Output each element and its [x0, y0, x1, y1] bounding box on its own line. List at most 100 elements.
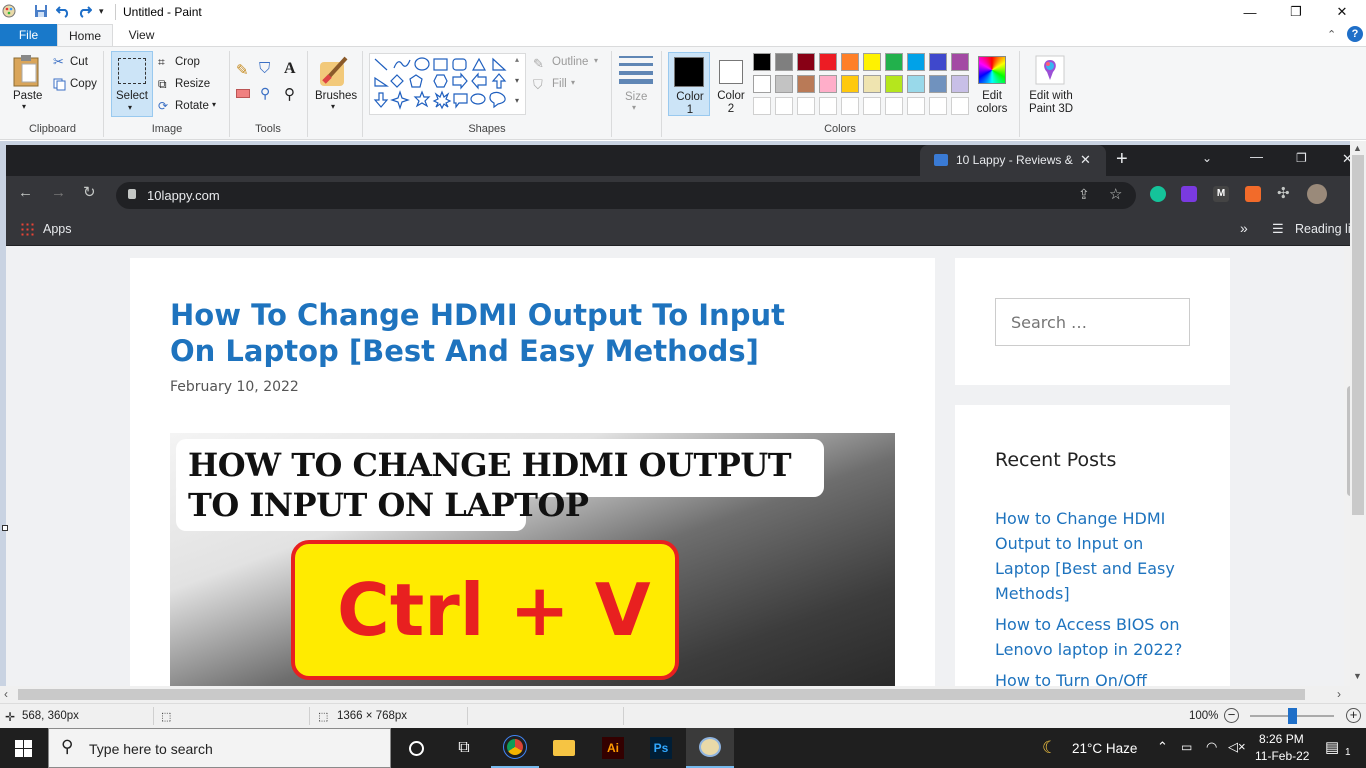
fill-button[interactable]: Fill [552, 78, 567, 90]
weather-text[interactable]: 21°C Haze [1072, 741, 1137, 756]
reading-list-icon[interactable]: ☰ [1272, 221, 1284, 237]
notifications-icon[interactable]: ▤ [1325, 738, 1339, 756]
copy-icon[interactable] [53, 78, 66, 91]
shapes-scroll-up-icon[interactable]: ▴ [515, 55, 519, 64]
edit-colors-button[interactable]: Edit colors [976, 90, 1008, 116]
pencil-icon[interactable]: ✎ [236, 61, 249, 79]
color-picker-icon[interactable]: ⚲ [260, 85, 270, 102]
wifi-icon[interactable]: ◠ [1206, 739, 1217, 755]
custom-color-slot[interactable] [907, 97, 925, 115]
scroll-up-icon[interactable]: ▲ [1353, 143, 1362, 153]
canvas-resize-handle[interactable] [2, 525, 8, 531]
help-icon[interactable]: ? [1347, 26, 1363, 42]
custom-color-slot[interactable] [819, 97, 837, 115]
zoom-slider[interactable] [1250, 708, 1334, 724]
volume-icon[interactable]: ◁× [1228, 739, 1246, 755]
palette-color-swatch[interactable] [797, 75, 815, 93]
palette-color-swatch[interactable] [885, 53, 903, 71]
custom-color-slot[interactable] [775, 97, 793, 115]
scroll-right-icon[interactable]: › [1337, 687, 1341, 701]
cortana-icon[interactable] [392, 728, 440, 768]
custom-color-slot[interactable] [863, 97, 881, 115]
tab-view[interactable]: View [113, 24, 170, 46]
browser-restore-icon[interactable]: ❐ [1296, 151, 1307, 165]
tray-expand-icon[interactable]: ⌃ [1157, 739, 1168, 755]
size-dropdown-icon[interactable]: ▾ [632, 103, 636, 112]
custom-color-slot[interactable] [885, 97, 903, 115]
extension-orange-icon[interactable] [1245, 186, 1261, 202]
back-icon[interactable]: ← [18, 184, 33, 201]
more-bookmarks-icon[interactable]: » [1240, 220, 1248, 236]
lock-icon[interactable] [128, 189, 136, 199]
fill-bucket-icon[interactable]: ⛉ [259, 60, 270, 77]
recent-post-link[interactable]: How to Turn On/Off [995, 668, 1185, 686]
edit-colors-icon[interactable] [978, 56, 1006, 84]
palette-color-swatch[interactable] [819, 53, 837, 71]
file-explorer-icon[interactable] [540, 728, 588, 768]
new-tab-icon[interactable]: + [1116, 148, 1128, 171]
resize-button[interactable]: Resize [175, 78, 210, 90]
size-button[interactable]: Size [625, 91, 647, 103]
palette-color-swatch[interactable] [929, 75, 947, 93]
palette-color-swatch[interactable] [951, 75, 969, 93]
shapes-grid-icon[interactable] [372, 56, 512, 112]
palette-color-swatch[interactable] [907, 75, 925, 93]
rotate-button[interactable]: Rotate [175, 100, 209, 112]
brushes-button[interactable]: Brushes [315, 90, 357, 102]
tab-close-icon[interactable]: ✕ [1080, 152, 1091, 168]
vertical-scroll-thumb[interactable] [1352, 155, 1364, 515]
magnifier-icon[interactable]: ⚲ [284, 85, 295, 103]
palette-color-swatch[interactable] [753, 75, 771, 93]
shapes-expand-icon[interactable]: ▾ [515, 96, 519, 105]
crop-icon[interactable]: ⌗ [158, 55, 165, 70]
fill-dropdown-icon[interactable]: ▾ [571, 78, 575, 87]
cut-icon[interactable]: ✂ [53, 54, 64, 70]
palette-color-swatch[interactable] [841, 75, 859, 93]
copy-button[interactable]: Copy [70, 78, 97, 90]
palette-color-swatch[interactable] [863, 75, 881, 93]
paint3d-icon[interactable] [1035, 55, 1065, 85]
palette-color-swatch[interactable] [951, 53, 969, 71]
rotate-icon[interactable]: ⟳ [158, 99, 168, 113]
color2-button[interactable]: Color 2 [713, 52, 749, 116]
featured-image[interactable]: HOW TO CHANGE HDMI OUTPUT TO INPUT ON LA… [170, 433, 895, 686]
palette-color-swatch[interactable] [753, 53, 771, 71]
resize-icon[interactable]: ⧉ [158, 77, 167, 92]
brushes-dropdown-icon[interactable]: ▾ [331, 102, 335, 111]
apps-bookmark[interactable]: Apps [43, 222, 72, 236]
post-date[interactable]: February 10, 2022 [170, 379, 299, 395]
custom-color-slot[interactable] [929, 97, 947, 115]
size-icon[interactable] [619, 56, 653, 84]
save-icon[interactable] [34, 4, 48, 18]
search-box[interactable] [995, 298, 1190, 346]
close-button[interactable]: ✕ [1319, 0, 1365, 24]
paint-app-icon[interactable] [2, 4, 16, 18]
rotate-dropdown-icon[interactable]: ▾ [212, 100, 216, 109]
palette-color-swatch[interactable] [885, 75, 903, 93]
clock-date[interactable]: 11-Feb-22 [1255, 749, 1309, 763]
outline-dropdown-icon[interactable]: ▾ [594, 56, 598, 65]
crop-button[interactable]: Crop [175, 56, 200, 68]
chrome-taskbar-icon[interactable] [491, 728, 539, 768]
zoom-slider-thumb[interactable] [1288, 708, 1297, 724]
extension-m-icon[interactable]: M [1213, 186, 1229, 202]
reload-icon[interactable]: ↻ [83, 183, 96, 201]
brushes-icon[interactable] [318, 54, 352, 88]
task-view-icon[interactable]: ⧉ [440, 728, 488, 768]
fill-icon[interactable]: ⛉ [533, 77, 543, 93]
palette-color-swatch[interactable] [841, 53, 859, 71]
paint-taskbar-icon[interactable] [686, 728, 734, 768]
search-input[interactable] [996, 299, 1189, 345]
shapes-gallery[interactable]: ▴ ▾ ▾ [369, 53, 526, 115]
custom-color-slot[interactable] [841, 97, 859, 115]
browser-tab[interactable]: 10 Lappy - Reviews & ✕ [920, 145, 1106, 176]
clock-time[interactable]: 8:26 PM [1259, 732, 1304, 746]
undo-icon[interactable] [56, 4, 70, 18]
outline-button[interactable]: Outline [552, 56, 588, 68]
palette-color-swatch[interactable] [863, 53, 881, 71]
palette-color-swatch[interactable] [775, 53, 793, 71]
recent-post-link[interactable]: How to Access BIOS on Lenovo laptop in 2… [995, 612, 1185, 662]
scroll-left-icon[interactable]: ‹ [4, 687, 8, 701]
horizontal-scroll-thumb[interactable] [18, 689, 1305, 700]
paste-dropdown-icon[interactable]: ▾ [22, 102, 26, 111]
